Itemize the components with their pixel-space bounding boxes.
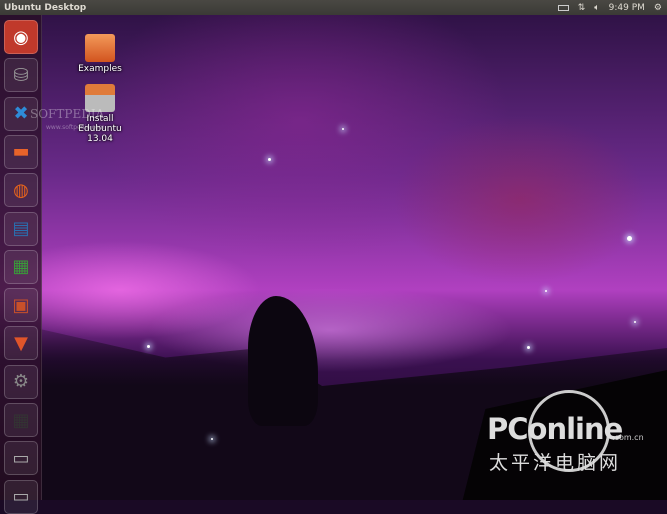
libreoffice-writer-icon: ▤ (12, 218, 30, 239)
drive-2-icon: ▭ (12, 486, 30, 508)
launcher-item-drive-2[interactable]: ▭ (4, 479, 38, 514)
star (211, 438, 213, 440)
launcher-item-files[interactable]: ▬ (4, 134, 38, 169)
drive-icon: ▭ (12, 447, 30, 469)
launcher-item-workspace-switcher[interactable]: ▦ (4, 403, 38, 437)
pconline-logo-text: PConline (487, 412, 623, 446)
xpad-icon: ✖ (13, 103, 29, 125)
folder-icon (85, 34, 115, 62)
launcher-item-software-center[interactable]: ▼ (4, 326, 38, 361)
star (634, 321, 636, 323)
star (627, 236, 632, 241)
launcher-item-system-settings[interactable]: ⚙ (4, 364, 38, 399)
system-settings-icon: ⚙ (12, 371, 30, 393)
ubuntu-dash-icon: ◉ (13, 26, 29, 48)
software-center-icon: ▼ (14, 332, 28, 354)
window-title: Ubuntu Desktop (4, 2, 87, 13)
volume-icon[interactable]: 🔈︎ (594, 3, 599, 13)
launcher-item-libreoffice-calc[interactable]: ▦ (4, 249, 38, 284)
workspace-switcher-icon: ▦ (12, 409, 30, 431)
firefox-icon: ◍ (13, 179, 29, 201)
pconline-domain: .com.cn (612, 433, 644, 442)
star (545, 290, 547, 292)
pconline-chinese: 太平洋电脑网 (489, 452, 622, 474)
top-panel: Ubuntu Desktop ⇅ 🔈︎ 9:49 PM ⚙ (0, 0, 667, 15)
launcher-item-ubuntu-dash[interactable]: ◉ (4, 20, 38, 54)
star (342, 128, 344, 130)
launcher-item-firefox[interactable]: ◍ (4, 173, 38, 208)
launcher-item-libreoffice-impress[interactable]: ▣ (4, 288, 38, 323)
launcher: ◉ ⛁ ✖ ▬ ◍ ▤ ▦ ▣ ▼ ⚙ ▦ ▭ ▭ (0, 15, 42, 514)
star (268, 158, 271, 161)
files-icon: ▬ (12, 141, 30, 163)
desktop-icon-examples[interactable]: Examples (60, 34, 140, 74)
libreoffice-calc-icon: ▦ (12, 256, 30, 278)
install-edubuntu-icon: ⛁ (13, 64, 29, 86)
softpedia-url: www.softpedia.com (46, 124, 105, 131)
star (527, 346, 530, 349)
network-icon[interactable]: ⇅ (578, 3, 586, 13)
softpedia-watermark: SOFTPEDIA (30, 107, 105, 121)
launcher-item-install-edubuntu[interactable]: ⛁ (4, 58, 38, 93)
clock[interactable]: 9:49 PM (609, 3, 645, 13)
launcher-item-libreoffice-writer[interactable]: ▤ (4, 211, 38, 246)
libreoffice-impress-icon: ▣ (12, 294, 30, 316)
launcher-item-drive[interactable]: ▭ (4, 441, 38, 476)
desktop-icon-label: Examples (78, 64, 122, 74)
star (147, 345, 150, 348)
gear-icon[interactable]: ⚙ (654, 3, 662, 13)
battery-icon[interactable] (557, 4, 569, 11)
